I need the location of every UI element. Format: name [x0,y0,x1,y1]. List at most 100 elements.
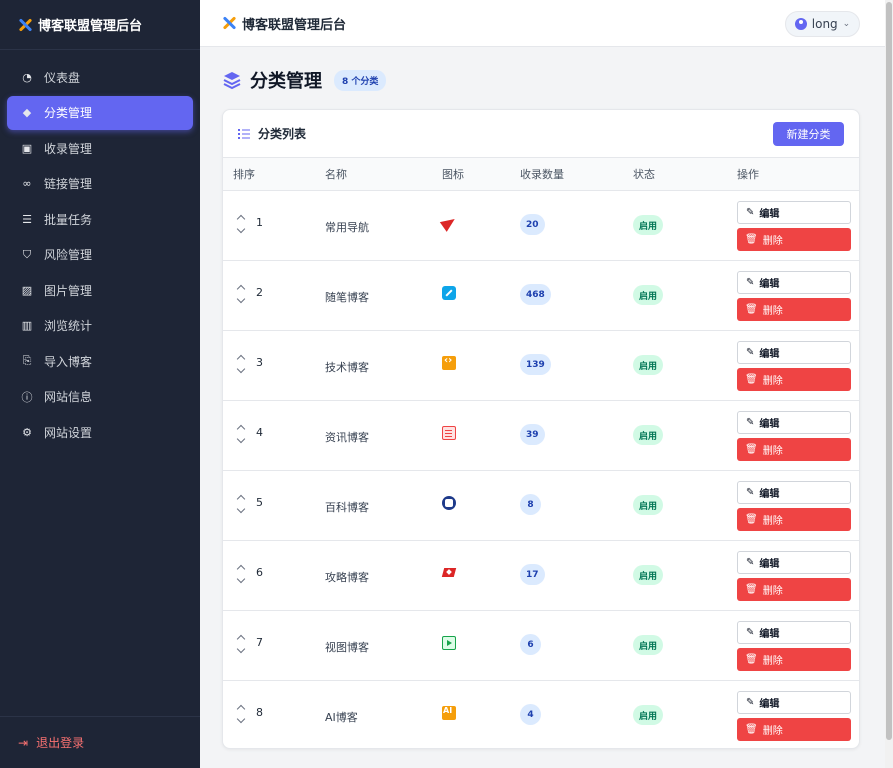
reorder-arrows[interactable] [236,703,246,724]
topbar-title: 博客联盟管理后台 [242,17,347,33]
arrow-down-icon[interactable] [236,434,246,444]
edit-button[interactable]: ✎ 编辑 [737,271,851,294]
new-category-button[interactable]: 新建分类 [773,122,844,146]
delete-label: 删除 [762,236,783,247]
delete-button[interactable]: 🗑 删除 [737,298,851,321]
sidebar-item-3[interactable]: ∞ 链接管理 [7,167,193,201]
category-name: 常用导航 [325,221,369,234]
delete-button[interactable]: 🗑 删除 [737,578,851,601]
edit-button[interactable]: ✎ 编辑 [737,691,851,714]
sort-cell: 7 [236,633,263,654]
arrow-down-icon[interactable] [236,574,246,584]
sidebar-item-10[interactable]: ⚙ 网站设置 [7,415,193,449]
trash-icon: 🗑 [745,724,758,735]
delete-button[interactable]: 🗑 删除 [737,438,851,461]
table-row: 4 资讯博客 39 启用 ✎ 编辑 🗑 删除 [223,401,859,471]
sidebar-item-2[interactable]: ▣ 收录管理 [7,131,193,165]
reorder-arrows[interactable] [236,493,246,514]
delete-button[interactable]: 🗑 删除 [737,648,851,671]
image-icon: ▨ [21,283,33,297]
page-scrollbar[interactable] [885,0,893,768]
delete-label: 删除 [762,306,783,317]
ai-icon [442,706,456,720]
delete-button[interactable]: 🗑 删除 [737,228,851,251]
delete-label: 删除 [762,726,783,737]
delete-label: 删除 [762,586,783,597]
sidebar-item-label: 导入博客 [44,354,93,369]
edit-button[interactable]: ✎ 编辑 [737,481,851,504]
arrow-down-icon[interactable] [236,714,246,724]
sidebar: 博客联盟管理后台 ◔ 仪表盘 ◆ 分类管理 ▣ 收录管理 ∞ 链接管理 ☰ 批量任务 ⛉ 风险管理 ▨ 图… [0,0,200,768]
reorder-arrows[interactable] [236,633,246,654]
delete-button[interactable]: 🗑 删除 [737,508,851,531]
sidebar-item-9[interactable]: ⓘ 网站信息 [7,380,193,414]
sidebar-item-4[interactable]: ☰ 批量任务 [7,202,193,236]
edit-label: 编辑 [759,419,780,430]
edit-button[interactable]: ✎ 编辑 [737,201,851,224]
arrow-down-icon[interactable] [236,644,246,654]
delete-label: 删除 [762,656,783,667]
arrow-down-icon[interactable] [236,504,246,514]
sidebar-item-label: 网站设置 [44,425,93,440]
sort-cell: 5 [236,493,263,514]
sidebar-item-5[interactable]: ⛉ 风险管理 [7,238,193,272]
bar-chart-icon: ▥ [21,319,33,332]
order-number: 4 [256,426,263,439]
row-actions: ✎ 编辑 🗑 删除 [737,411,851,461]
user-menu-button[interactable]: long ⌄ [785,11,860,37]
arrow-up-icon[interactable] [236,354,246,364]
arrow-up-icon[interactable] [236,704,246,714]
row-actions: ✎ 编辑 🗑 删除 [737,341,851,391]
arrow-down-icon[interactable] [236,224,246,234]
edit-label: 编辑 [759,629,780,640]
reorder-arrows[interactable] [236,213,246,234]
map-icon [442,566,456,580]
arrow-up-icon[interactable] [236,284,246,294]
reorder-arrows[interactable] [236,283,246,304]
edit-button[interactable]: ✎ 编辑 [737,551,851,574]
edit-button[interactable]: ✎ 编辑 [737,411,851,434]
sidebar-item-6[interactable]: ▨ 图片管理 [7,273,193,307]
delete-button[interactable]: 🗑 删除 [737,718,851,741]
header-status: 状态 [633,168,655,181]
edit-icon: ✎ [746,277,755,288]
arrow-down-icon[interactable] [236,364,246,374]
arrow-up-icon[interactable] [236,214,246,224]
user-name: long [811,17,838,31]
sidebar-item-8[interactable]: ⎘ 导入博客 [7,344,193,378]
layers-icon: ◆ [22,106,32,119]
logout-label: 退出登录 [36,736,85,750]
edit-label: 编辑 [759,559,780,570]
row-actions: ✎ 编辑 🗑 删除 [737,621,851,671]
sort-cell: 3 [236,353,263,374]
arrow-up-icon[interactable] [236,494,246,504]
delete-button[interactable]: 🗑 删除 [737,368,851,391]
sidebar-item-0[interactable]: ◔ 仪表盘 [7,60,193,94]
scrollbar-thumb[interactable] [886,2,892,740]
sidebar-item-label: 仪表盘 [44,70,81,85]
table-row: 1 常用导航 20 启用 ✎ 编辑 🗑 删除 [223,191,859,261]
edit-button[interactable]: ✎ 编辑 [737,621,851,644]
reorder-arrows[interactable] [236,353,246,374]
count-badge: 468 [520,284,551,305]
page-header: 分类管理 8 个分类 [222,66,387,94]
sidebar-brand[interactable]: 博客联盟管理后台 [0,0,200,50]
sidebar-item-1[interactable]: ◆ 分类管理 [7,95,193,130]
logout-button[interactable]: ⇥ 退出登录 [0,716,200,768]
arrow-up-icon[interactable] [236,424,246,434]
video-icon [442,636,456,650]
reorder-arrows[interactable] [236,563,246,584]
sidebar-item-7[interactable]: ▥ 浏览统计 [7,309,193,343]
arrow-down-icon[interactable] [236,294,246,304]
table-header: 排序 名称 图标 收录数量 状态 操作 [223,158,859,191]
reorder-arrows[interactable] [236,423,246,444]
category-name: 资讯博客 [325,431,369,444]
row-actions: ✎ 编辑 🗑 删除 [737,691,851,741]
link-icon: ∞ [22,177,32,190]
row-actions: ✎ 编辑 🗑 删除 [737,271,851,321]
arrow-up-icon[interactable] [236,564,246,574]
pen-icon [442,286,456,300]
arrow-up-icon[interactable] [236,634,246,644]
trash-icon: 🗑 [745,234,758,245]
edit-button[interactable]: ✎ 编辑 [737,341,851,364]
